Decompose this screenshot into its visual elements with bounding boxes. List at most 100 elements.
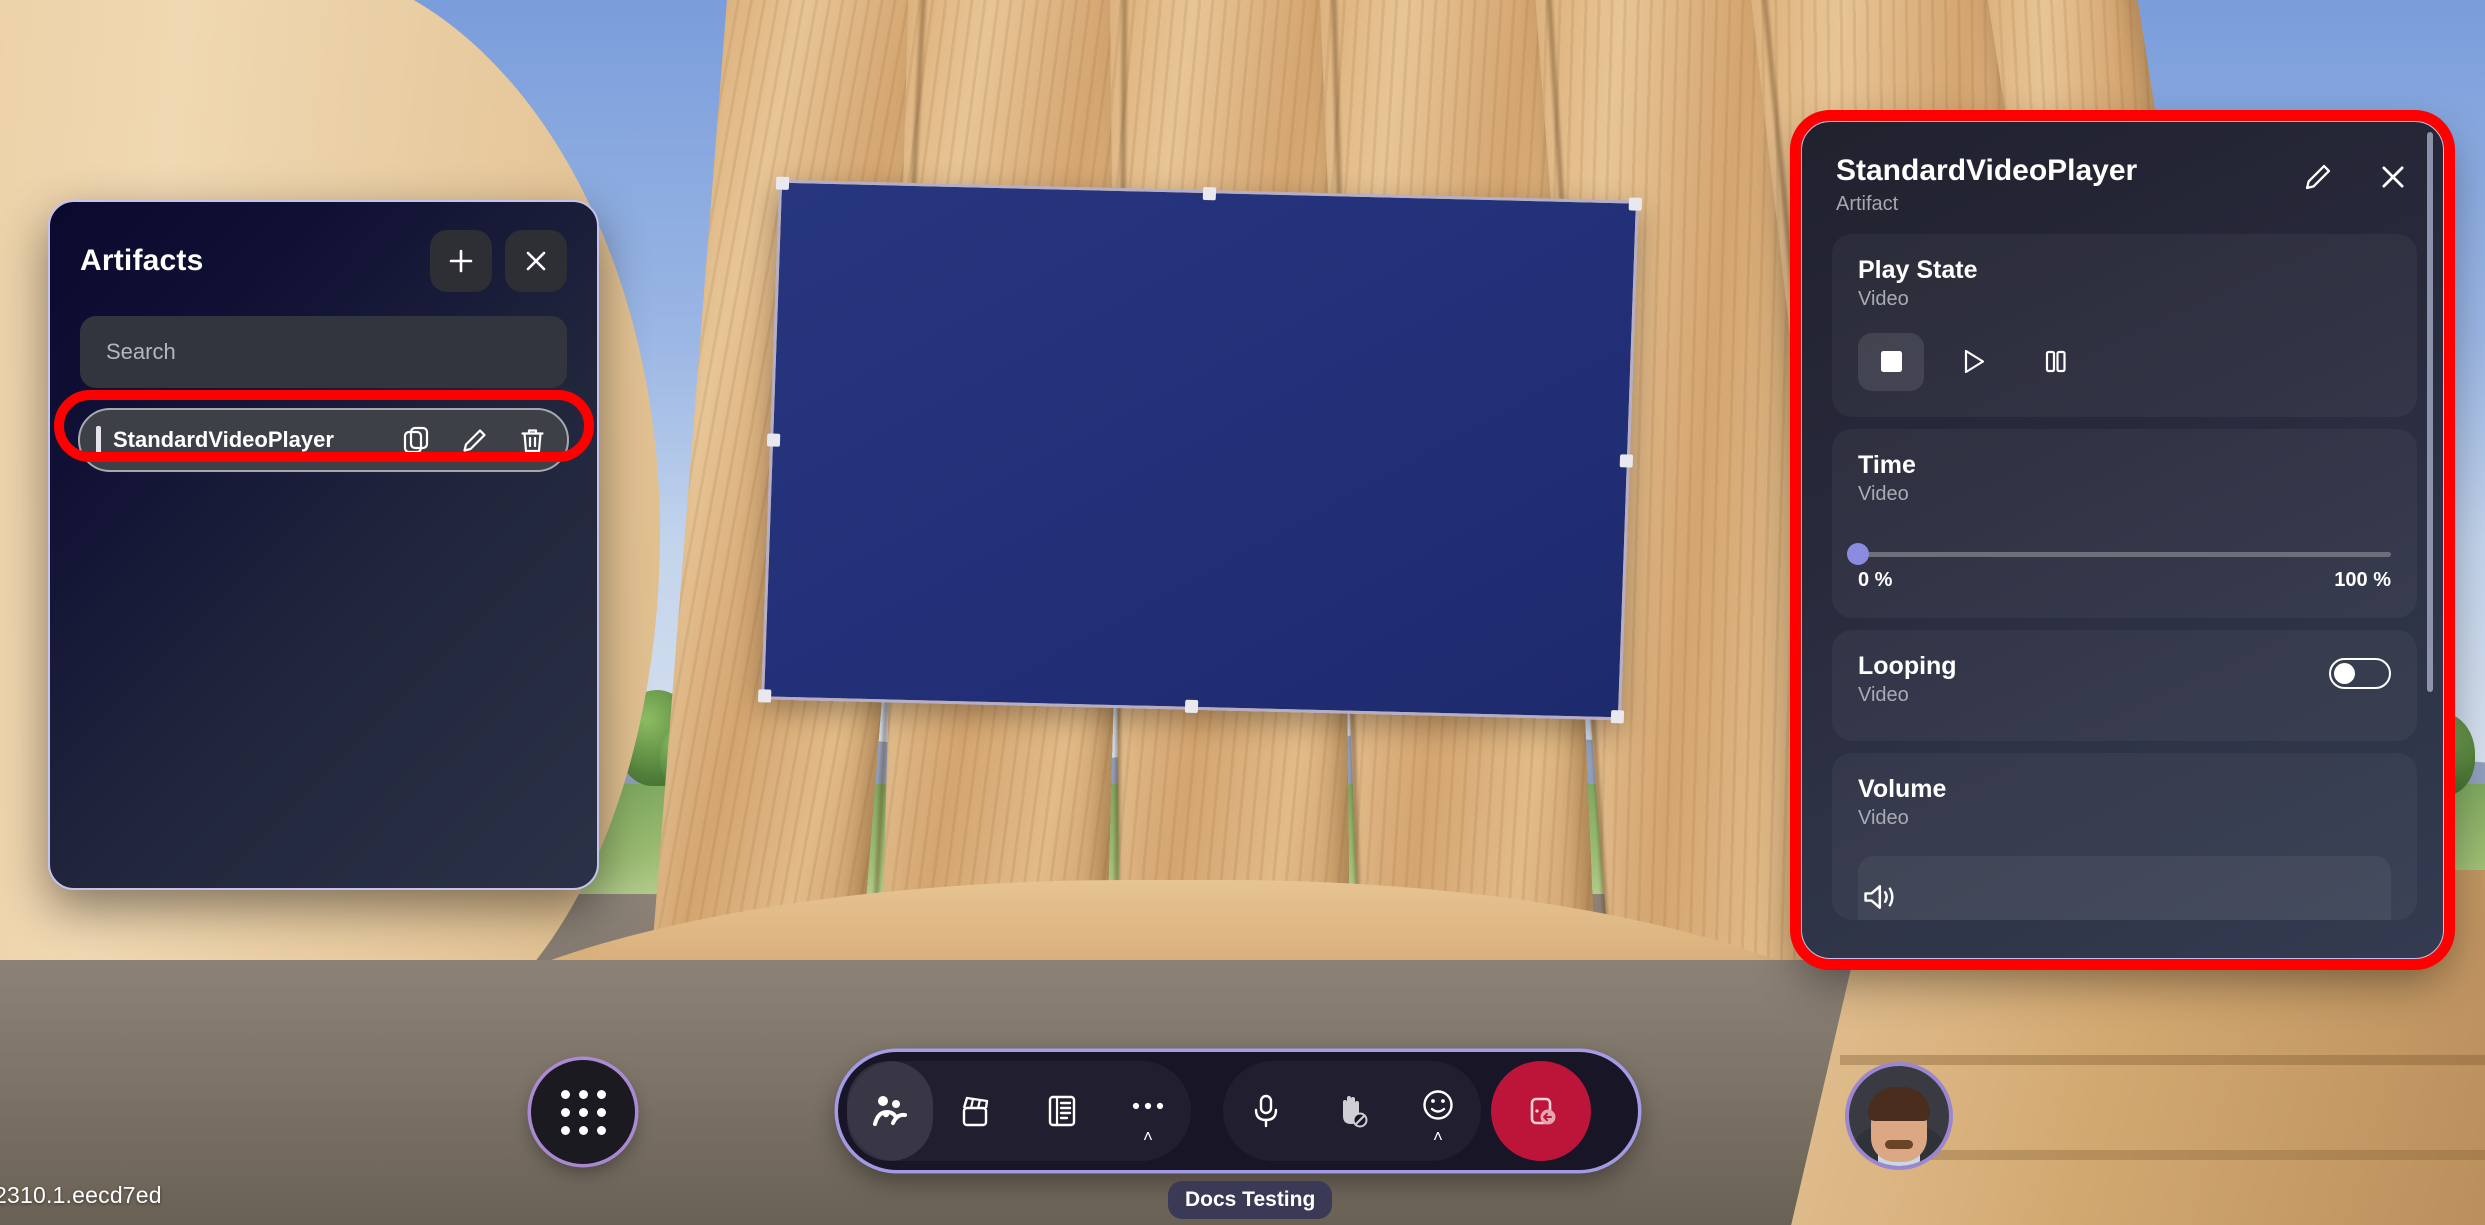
selection-accent-bar <box>96 426 101 454</box>
stop-icon <box>1880 351 1902 372</box>
list-item[interactable]: StandardVideoPlayer <box>78 408 569 472</box>
edit-artifact-button[interactable] <box>447 413 501 467</box>
more-button[interactable]: ˄ <box>1105 1061 1191 1161</box>
artifacts-header-buttons <box>430 230 567 292</box>
artifact-list: StandardVideoPlayer <box>78 408 569 472</box>
toggle-knob <box>2334 662 2355 684</box>
notes-button[interactable] <box>1019 1061 1105 1161</box>
play-icon <box>1964 349 1984 374</box>
room-name-tag: Docs Testing <box>1168 1181 1333 1219</box>
properties-header-actions <box>2301 154 2409 194</box>
pause-icon <box>2045 350 2066 373</box>
properties-subtitle: Artifact <box>1836 192 1899 215</box>
close-icon <box>526 251 546 271</box>
step-edge <box>1900 1150 2485 1160</box>
version-label: 2310.1.eecd7ed <box>0 1182 162 1208</box>
speaker-icon <box>1864 884 1894 909</box>
slider-range-labels: 0 % 100 % <box>1858 569 2391 592</box>
duplicate-icon <box>403 426 428 453</box>
volume-control[interactable] <box>1858 855 2391 920</box>
app-grid-button[interactable] <box>531 1060 635 1164</box>
people-together-icon <box>873 1096 907 1126</box>
raise-hand-muted-icon <box>1343 1096 1368 1128</box>
avatar-moustache <box>1885 1140 1913 1149</box>
resize-handle[interactable] <box>757 689 772 703</box>
artifact-row-actions <box>389 413 559 467</box>
section-title: Play State <box>1858 255 1978 284</box>
artifacts-title: Artifacts <box>80 244 204 277</box>
pause-button[interactable] <box>2022 333 2088 391</box>
artifacts-panel: Artifacts Search StandardVideoPlayer <box>48 200 599 890</box>
slider-track[interactable] <box>1847 543 2391 565</box>
properties-scroll-area: Play State Video Time Video 0 % 100 % Lo… <box>1802 233 2443 920</box>
slider-thumb[interactable] <box>1847 543 1869 565</box>
properties-title-group: StandardVideoPlayer Artifact <box>1836 154 2137 216</box>
stop-button[interactable] <box>1858 332 1924 391</box>
emoji-smiley-icon <box>1423 1090 1453 1120</box>
properties-panel: StandardVideoPlayer Artifact Play State … <box>1800 120 2445 960</box>
section-subtitle: Video <box>1858 482 1909 505</box>
close-icon <box>2382 166 2404 188</box>
edit-properties-button[interactable] <box>2301 160 2335 194</box>
close-artifacts-button[interactable] <box>505 230 567 292</box>
resize-handle[interactable] <box>1184 699 1199 714</box>
section-subtitle: Video <box>1858 287 1909 310</box>
resize-handle[interactable] <box>1619 454 1634 468</box>
properties-scrollbar[interactable] <box>2427 132 2433 692</box>
section-volume: Volume Video <box>1832 752 2417 920</box>
toolbar-secondary-group: ˄ <box>1223 1061 1481 1161</box>
resize-handle[interactable] <box>766 433 781 447</box>
avatar-hair <box>1868 1087 1930 1121</box>
section-looping: Looping Video <box>1832 629 2417 741</box>
raise-hand-button[interactable] <box>1309 1061 1395 1161</box>
reactions-button[interactable]: ˄ <box>1395 1061 1481 1161</box>
resize-handle[interactable] <box>1202 187 1217 201</box>
people-button[interactable] <box>847 1061 933 1161</box>
microphone-button[interactable] <box>1223 1061 1309 1161</box>
app-grid-icon <box>560 1089 606 1135</box>
leave-button[interactable] <box>1491 1061 1591 1161</box>
page-title: StandardVideoPlayer <box>1836 154 2138 187</box>
slider-max-label: 100 % <box>2334 568 2391 591</box>
avatar[interactable] <box>1845 1062 1953 1170</box>
section-subtitle: Video <box>1858 806 1909 829</box>
close-properties-button[interactable] <box>2377 161 2409 193</box>
main-toolbar: ˄ ˄ <box>838 1052 1638 1170</box>
section-subtitle: Video <box>1858 683 1909 706</box>
media-clapperboard-icon <box>962 1096 989 1127</box>
search-input[interactable]: Search <box>80 316 567 388</box>
transport-controls <box>1858 332 2391 391</box>
plus-icon <box>449 249 473 273</box>
resize-handle[interactable] <box>1628 197 1643 211</box>
video-screen-artifact[interactable] <box>757 176 1643 724</box>
chevron-up-icon: ˄ <box>1143 1127 1153 1146</box>
play-button[interactable] <box>1940 333 2006 391</box>
time-slider[interactable]: 0 % 100 % <box>1847 543 2391 592</box>
microphone-icon <box>1254 1094 1278 1128</box>
resize-handle[interactable] <box>775 176 790 190</box>
artifacts-panel-header: Artifacts <box>50 202 597 302</box>
section-time: Time Video 0 % 100 % <box>1832 428 2417 618</box>
slider-min-label: 0 % <box>1858 568 1893 591</box>
edit-pencil-icon <box>2305 164 2331 190</box>
media-button[interactable] <box>933 1061 1019 1161</box>
delete-artifact-button[interactable] <box>505 413 559 467</box>
section-title: Looping <box>1858 651 1957 680</box>
chevron-up-icon: ˄ <box>1433 1127 1443 1146</box>
artifact-name: StandardVideoPlayer <box>113 427 334 452</box>
properties-header: StandardVideoPlayer Artifact <box>1802 122 2443 234</box>
section-play-state: Play State Video <box>1832 233 2417 417</box>
toolbar-primary-group: ˄ <box>847 1061 1191 1161</box>
section-title: Volume <box>1858 774 1947 803</box>
leave-door-icon <box>1530 1097 1556 1125</box>
edit-icon <box>462 428 486 452</box>
duplicate-artifact-button[interactable] <box>389 413 443 467</box>
notes-document-icon <box>1048 1095 1076 1127</box>
section-title: Time <box>1858 450 1916 479</box>
more-dots-icon <box>1132 1102 1164 1110</box>
step-edge <box>1840 1055 2485 1065</box>
add-artifact-button[interactable] <box>430 230 492 292</box>
delete-icon <box>520 428 544 452</box>
looping-toggle[interactable] <box>2329 657 2391 689</box>
resize-handle[interactable] <box>1610 710 1625 724</box>
